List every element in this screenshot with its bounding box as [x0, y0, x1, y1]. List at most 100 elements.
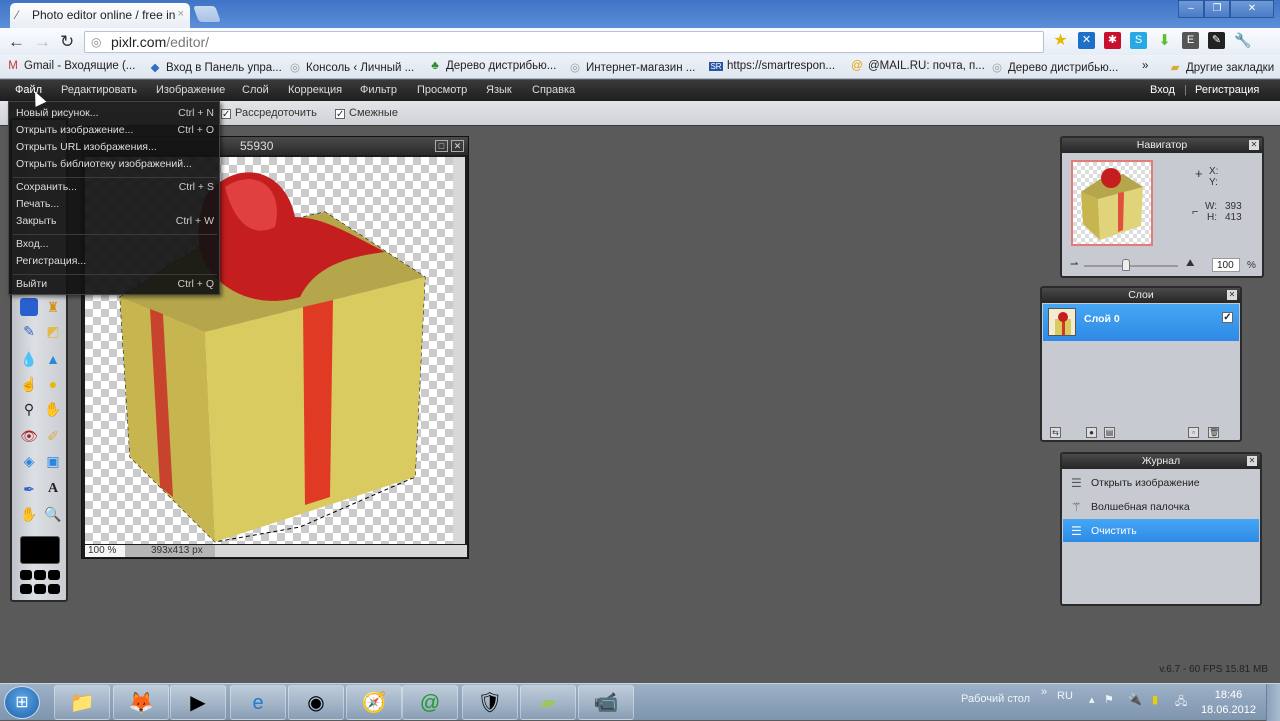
- tab-close-icon[interactable]: ×: [178, 8, 184, 20]
- menu-language[interactable]: Язык: [486, 84, 512, 96]
- sharpen-tool-icon[interactable]: ▲: [44, 350, 62, 368]
- power-icon[interactable]: 🔌: [1128, 693, 1142, 706]
- menu-view[interactable]: Просмотр: [417, 84, 467, 96]
- sponge-tool-icon[interactable]: ●: [44, 375, 62, 393]
- file-menu-close[interactable]: Закрыть Ctrl + W: [16, 215, 214, 230]
- system-clock[interactable]: 18:46 18.06.2012: [1201, 688, 1256, 718]
- close-document-icon[interactable]: ✕: [451, 140, 464, 152]
- close-icon[interactable]: ✕: [1227, 290, 1237, 300]
- file-menu-exit[interactable]: Выйти Ctrl + Q: [16, 278, 214, 293]
- color-preset[interactable]: [48, 584, 60, 594]
- menu-adjustment[interactable]: Коррекция: [288, 84, 342, 96]
- download-arrow-icon[interactable]: ⬇: [1156, 32, 1173, 49]
- layer-item[interactable]: Слой 0 ✓: [1043, 304, 1239, 341]
- blur-tool-icon[interactable]: 💧: [20, 350, 38, 368]
- file-menu-open[interactable]: Открыть изображение... Ctrl + O: [16, 124, 214, 139]
- menu-filter[interactable]: Фильтр: [360, 84, 397, 96]
- file-menu-save[interactable]: Сохранить... Ctrl + S: [16, 181, 214, 196]
- layer-visibility-checkbox[interactable]: ✓: [1222, 312, 1233, 323]
- history-item[interactable]: ⚚ Волшебная палочка: [1063, 495, 1259, 518]
- scatter-option[interactable]: ✓ Рассредоточить: [221, 107, 317, 120]
- start-button[interactable]: ⊞: [4, 686, 40, 719]
- network-status-icon[interactable]: ▮: [1152, 693, 1158, 706]
- smudge-tool-icon[interactable]: ☝: [20, 375, 38, 393]
- reload-icon[interactable]: ↻: [60, 32, 74, 52]
- red-star-extension-icon[interactable]: ✱: [1104, 32, 1121, 49]
- bookmark-gmail[interactable]: M Gmail - Входящие (...: [6, 60, 135, 72]
- scatter-checkbox[interactable]: ✓: [221, 109, 231, 120]
- navigator-thumbnail[interactable]: [1071, 160, 1153, 246]
- zoom-tool-icon[interactable]: 🔍: [44, 505, 62, 523]
- zoom-in-icon[interactable]: ⛰: [1186, 258, 1194, 269]
- register-link[interactable]: Регистрация: [1195, 84, 1259, 96]
- skype-icon[interactable]: S: [1130, 32, 1147, 49]
- pen-extension-icon[interactable]: ✎: [1208, 32, 1225, 49]
- internet-explorer-icon[interactable]: e: [230, 685, 286, 720]
- file-menu-open-library[interactable]: Открыть библиотеку изображений...: [16, 158, 214, 173]
- contiguous-checkbox[interactable]: ✓: [335, 109, 345, 120]
- chrome-icon[interactable]: ◉: [288, 685, 344, 720]
- browser-tab[interactable]: ⁄ Photo editor online / free in ×: [10, 3, 190, 28]
- document-zoom[interactable]: 100 %: [85, 545, 125, 557]
- color-replace-tool-icon[interactable]: ✎: [20, 322, 38, 340]
- show-desktop-button[interactable]: [1266, 684, 1280, 721]
- layer-mask-icon[interactable]: ●: [1086, 427, 1097, 438]
- login-link[interactable]: Вход: [1150, 84, 1175, 96]
- red-eye-tool-icon[interactable]: 👁: [20, 427, 38, 445]
- foreground-color-swatch[interactable]: [20, 536, 60, 564]
- action-center-flag-icon[interactable]: ⚑: [1104, 693, 1114, 706]
- color-preset[interactable]: [20, 570, 32, 580]
- delete-layer-icon[interactable]: 🗑: [1208, 427, 1219, 438]
- network-icon[interactable]: 🖧: [1175, 693, 1187, 712]
- star-icon[interactable]: ★: [1052, 32, 1069, 49]
- camcorder-icon[interactable]: 📹: [578, 685, 634, 720]
- history-title[interactable]: Журнал: [1062, 454, 1260, 469]
- mail-agent-icon[interactable]: @: [402, 685, 458, 720]
- zoom-out-icon[interactable]: ⇀: [1070, 259, 1078, 270]
- security-shield-icon[interactable]: 🛡: [462, 685, 518, 720]
- file-menu-print[interactable]: Печать...: [16, 198, 214, 213]
- hand-tool-icon[interactable]: ✋: [20, 505, 38, 523]
- drawing-tool-icon[interactable]: ◩: [44, 322, 62, 340]
- safari-icon[interactable]: 🧭: [346, 685, 402, 720]
- type-tool-icon[interactable]: A: [44, 480, 62, 498]
- file-menu-open-url[interactable]: Открыть URL изображения...: [16, 141, 214, 156]
- bookmark-panel[interactable]: ◆ Вход в Панель упра...: [148, 60, 282, 74]
- color-picker-tool-icon[interactable]: ✒: [20, 480, 38, 498]
- close-window-button[interactable]: ✕: [1230, 0, 1274, 18]
- zoom-slider-knob[interactable]: [1122, 259, 1131, 271]
- other-bookmarks[interactable]: ▰ Другие закладки: [1168, 60, 1275, 74]
- burn-tool-icon[interactable]: ⚲: [20, 400, 38, 418]
- new-tab-button[interactable]: [193, 6, 221, 22]
- layer-name[interactable]: Слой 0: [1084, 313, 1120, 325]
- color-preset[interactable]: [34, 584, 46, 594]
- tray-expand-icon[interactable]: ▴: [1089, 693, 1095, 706]
- menu-layer[interactable]: Слой: [242, 84, 269, 96]
- menu-edit[interactable]: Редактировать: [61, 84, 137, 96]
- forward-icon[interactable]: →: [34, 32, 51, 52]
- zoom-slider[interactable]: [1084, 259, 1178, 271]
- layers-title[interactable]: Слои: [1042, 288, 1240, 303]
- language-indicator[interactable]: RU: [1057, 690, 1073, 702]
- spot-heal-tool-icon[interactable]: ✐: [44, 427, 62, 445]
- minimize-button[interactable]: –: [1178, 0, 1204, 18]
- windows-explorer-icon[interactable]: 📁: [54, 685, 110, 720]
- back-icon[interactable]: ←: [8, 32, 25, 52]
- bookmark-tree-2[interactable]: ◎ Дерево дистрибью...: [990, 60, 1118, 74]
- wrench-icon[interactable]: 🔧: [1234, 32, 1251, 49]
- maximize-document-icon[interactable]: □: [435, 140, 448, 152]
- menu-help[interactable]: Справка: [532, 84, 575, 96]
- file-menu-new[interactable]: Новый рисунок... Ctrl + N: [16, 107, 214, 122]
- contiguous-option[interactable]: ✓ Смежные: [335, 107, 398, 120]
- history-item-active[interactable]: ☰ Очистить: [1063, 519, 1259, 542]
- color-preset[interactable]: [48, 570, 60, 580]
- layer-blend-icon[interactable]: ⇆: [1050, 427, 1061, 438]
- bookmark-smartresponse[interactable]: SR https://smartrespon...: [709, 60, 835, 72]
- menu-image[interactable]: Изображение: [156, 84, 225, 96]
- color-preset[interactable]: [34, 570, 46, 580]
- color-preset[interactable]: [20, 584, 32, 594]
- gradient-tool-icon[interactable]: [20, 298, 38, 316]
- x-extension-icon[interactable]: ✕: [1078, 32, 1095, 49]
- close-icon[interactable]: ✕: [1247, 456, 1257, 466]
- bookmark-console[interactable]: ◎ Консоль ‹ Личный ...: [288, 60, 414, 74]
